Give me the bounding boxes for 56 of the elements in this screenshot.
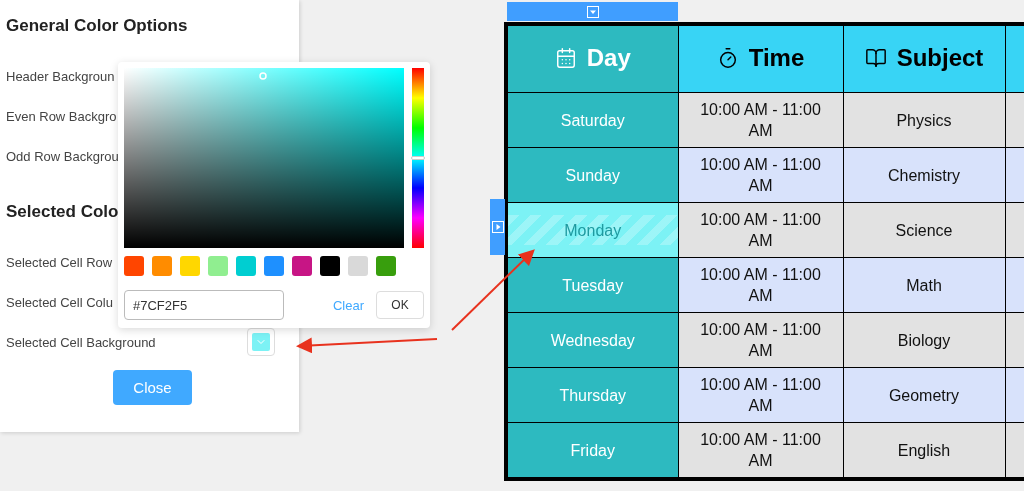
header-text: Day	[586, 43, 631, 72]
table-cell: 10:00 AM - 11:00 AM	[678, 312, 843, 368]
row-handle[interactable]	[490, 199, 505, 255]
dropdown-icon[interactable]	[586, 5, 599, 18]
setting-label: Selected Cell Background	[6, 334, 156, 350]
header-text: Subject	[896, 43, 984, 72]
hue-slider[interactable]	[412, 68, 424, 248]
preset-color[interactable]	[208, 256, 228, 276]
table-cell: Math	[843, 257, 1005, 313]
table-cell: Thursday	[506, 367, 678, 423]
hue-slider-thumb[interactable]	[411, 156, 425, 160]
setting-label: Even Row Backgro	[6, 108, 117, 124]
table-cell: 10:00 AM - 11:00 AM	[678, 147, 843, 203]
setting-label: Header Backgroun	[6, 68, 115, 84]
table-cell: Science	[843, 202, 1005, 258]
picker-handle[interactable]	[259, 72, 267, 80]
preset-color[interactable]	[348, 256, 368, 276]
preset-color[interactable]	[376, 256, 396, 276]
selected-table-cell[interactable]: Monday	[506, 202, 678, 258]
table-cell: Friday	[506, 422, 678, 479]
color-swatch-button[interactable]	[247, 328, 275, 356]
hex-input-field[interactable]: #7CF2F5	[124, 290, 284, 320]
book-icon	[864, 46, 887, 69]
table-cell: 10:00 AM - 11:00 AM	[678, 202, 843, 258]
preset-color[interactable]	[152, 256, 172, 276]
ok-button[interactable]: OK	[376, 291, 424, 319]
table-cell: Wednesday	[506, 312, 678, 368]
saturation-value-area[interactable]	[124, 68, 404, 248]
setting-label: Odd Row Backgrou	[6, 148, 119, 164]
table-cell: Biology	[843, 312, 1005, 368]
setting-label: Selected Cell Row	[6, 254, 113, 270]
preset-color[interactable]	[264, 256, 284, 276]
table-cell: 10:00 AM - 11:00 AM	[678, 367, 843, 423]
table-cell: Sunday	[506, 147, 678, 203]
table-cell: 10:00 AM - 11:00 AM	[678, 92, 843, 148]
table-cell: Saturday	[506, 92, 678, 148]
table-cell: English	[843, 422, 1005, 479]
preset-color[interactable]	[180, 256, 200, 276]
table-cell: Chemistry	[843, 147, 1005, 203]
preset-color[interactable]	[236, 256, 256, 276]
section-title: General Color Options	[6, 16, 189, 37]
close-button[interactable]: Close	[113, 370, 192, 405]
table-cell: Physics	[843, 92, 1005, 148]
clear-link[interactable]: Clear	[332, 297, 364, 313]
table-cell: 10:00 AM - 11:00 AM	[678, 257, 843, 313]
table-cell: Geometry	[843, 367, 1005, 423]
calendar-icon	[554, 46, 577, 69]
table-cell: 10:00 AM - 11:00 AM	[678, 422, 843, 479]
section-title: Selected Colo	[6, 202, 120, 223]
preset-color[interactable]	[124, 256, 144, 276]
play-icon[interactable]	[491, 221, 504, 233]
setting-label: Selected Cell Colu	[6, 294, 113, 310]
header-text: Time	[748, 43, 805, 72]
preset-color[interactable]	[292, 256, 312, 276]
table-cell: Tuesday	[506, 257, 678, 313]
preset-color[interactable]	[320, 256, 340, 276]
